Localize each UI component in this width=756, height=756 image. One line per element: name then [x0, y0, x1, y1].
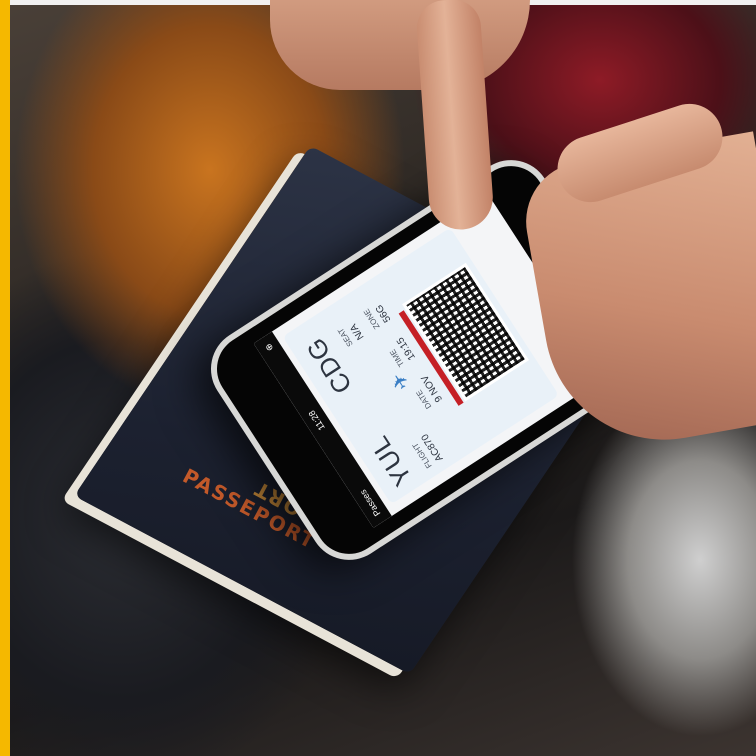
accent-bar: [0, 0, 10, 756]
photo-scene: PASSPORT PASSEPORT Passes 11:28 ⊕ YUL CD…: [0, 0, 756, 756]
origin-code: YUL: [363, 430, 418, 492]
status-time: 11:28: [306, 408, 327, 433]
plus-circle-icon[interactable]: ⊕: [262, 341, 275, 354]
hand-knuckles: [270, 0, 530, 90]
passes-title: Passes: [357, 487, 383, 518]
plane-icon: ✈: [386, 367, 415, 394]
